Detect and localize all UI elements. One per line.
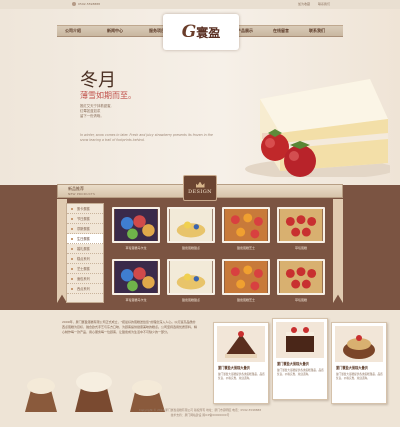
- tart-image: [222, 207, 270, 243]
- top-bar: 0592-5598888 加为收藏 联系我们: [0, 0, 400, 9]
- news-card[interactable]: 厦门寰盈大蛋糕大量供 厦门寰盈大蛋糕提供各类蛋糕甜品，品质优良，价格实惠，欢迎选…: [213, 322, 269, 404]
- category-sidebar: 蛋卡蛋糕 节日蛋糕 慕斯蛋糕 生日蛋糕 婚礼蛋糕 糕点系列 芝士蛋糕 面包系列 …: [66, 203, 104, 303]
- news-card[interactable]: 厦门寰盈大蛋糕大量供 厦门寰盈大蛋糕提供各类蛋糕甜品，品质优良，价格实惠，欢迎选…: [272, 318, 328, 400]
- crown-icon: [195, 181, 205, 188]
- product-card[interactable]: 草莓蛋糕马卡龙: [112, 259, 160, 305]
- nav-item-news[interactable]: 新闻中心: [107, 28, 123, 34]
- product-card[interactable]: 甜蜜蛋糕芝士: [222, 207, 270, 253]
- about-text: 2009年，厦门寰盈蛋糕有限公司正式成立，"把最好的蛋糕送给您"的理念深入人心。…: [62, 320, 198, 334]
- strawberry-tart-image: [277, 207, 325, 243]
- news-card-text: 厦门寰盈大蛋糕提供各类蛋糕甜品，品质优良，价格实惠，欢迎选购。: [336, 373, 383, 380]
- hero-subtitle: 薄雪如期而至。: [80, 91, 136, 100]
- dessert-image: [167, 259, 215, 295]
- product-caption: 草莓蛋糕马卡龙: [125, 298, 147, 302]
- product-card[interactable]: 甜蜜蛋糕芝士: [222, 259, 270, 305]
- sidebar-item[interactable]: 慕斯蛋糕: [67, 224, 103, 234]
- sidebar-item[interactable]: 婚礼蛋糕: [67, 244, 103, 254]
- product-card[interactable]: 甜蜜蛋糕甜点: [167, 207, 215, 253]
- product-card[interactable]: 草莓蛋糕马卡龙: [112, 207, 160, 253]
- macaron-image: [112, 207, 160, 243]
- hero-line: 留下一份清晰。: [80, 114, 104, 118]
- sidebar-item[interactable]: 面包系列: [67, 274, 103, 284]
- cake-slice-image: [217, 326, 265, 362]
- product-caption: 甜蜜蛋糕芝士: [236, 298, 255, 302]
- nav-item-products[interactable]: 产品展示: [237, 28, 253, 34]
- news-card-title: 厦门寰盈大蛋糕大量供: [277, 362, 309, 366]
- sidebar-item[interactable]: 西点系列: [67, 284, 103, 294]
- product-card[interactable]: 甜蜜蛋糕甜点: [167, 259, 215, 305]
- tart-image: [222, 259, 270, 295]
- news-card-text: 厦门寰盈大蛋糕提供各类蛋糕甜品，品质优良，价格实惠，欢迎选购。: [218, 373, 265, 380]
- phone-number: 0592-5598888: [78, 2, 101, 6]
- footer-line: 技术支持：厦门网站建设 闽ICP备00000000号: [170, 413, 230, 417]
- contact-link[interactable]: 联系我们: [318, 2, 330, 6]
- logo-text: 寰盈: [196, 25, 221, 40]
- strawberry-cake-image: [245, 79, 390, 177]
- macaron-image: [112, 259, 160, 295]
- design-badge-text: DESIGN: [188, 188, 212, 195]
- news-card-title: 厦门寰盈大蛋糕大量供: [218, 366, 250, 370]
- news-card-text: 厦门寰盈大蛋糕提供各类蛋糕甜品，品质优良，价格实惠，欢迎选购。: [277, 369, 324, 376]
- product-caption: 草莓蛋糕马卡龙: [125, 246, 147, 250]
- news-card[interactable]: 厦门寰盈大蛋糕大量供 厦门寰盈大蛋糕提供各类蛋糕甜品，品质优良，价格实惠，欢迎选…: [331, 322, 387, 404]
- product-caption: 草莓蛋糕: [294, 246, 307, 250]
- cake-slice-image: [276, 322, 324, 358]
- product-grid: 草莓蛋糕马卡龙 甜蜜蛋糕甜点 甜蜜蛋糕芝士 草莓蛋糕 草莓蛋糕马卡龙 甜蜜蛋糕甜…: [110, 207, 332, 303]
- nav-item-contact[interactable]: 联系我们: [309, 28, 325, 34]
- cake-slice-image: [335, 326, 383, 362]
- sidebar-item[interactable]: 蛋卡蛋糕: [67, 204, 103, 214]
- product-card[interactable]: 草莓蛋糕: [277, 259, 325, 305]
- footer: Copyright © 2014 厦门寰盈蛋糕有限公司 版权所有 地址：厦门市思…: [0, 405, 400, 427]
- dessert-image: [167, 207, 215, 243]
- bookmark-link[interactable]: 加为收藏: [298, 2, 310, 6]
- strawberry-tart-image: [277, 259, 325, 295]
- sidebar-item-active[interactable]: 生日蛋糕: [67, 234, 103, 244]
- logo[interactable]: G 寰盈: [163, 14, 239, 50]
- product-card[interactable]: 草莓蛋糕: [277, 207, 325, 253]
- product-caption: 草莓蛋糕: [294, 298, 307, 302]
- nav-item-message[interactable]: 在线留言: [273, 28, 289, 34]
- sidebar-item[interactable]: 芝士蛋糕: [67, 264, 103, 274]
- logo-letter: G: [181, 22, 197, 42]
- product-caption: 甜蜜蛋糕甜点: [181, 298, 200, 302]
- new-products-subtitle: NEW PRODUCTS: [68, 192, 96, 196]
- sidebar-item[interactable]: 糕点系列: [67, 254, 103, 264]
- phone-info: 0592-5598888: [72, 2, 100, 6]
- product-caption: 甜蜜蛋糕芝士: [236, 246, 255, 250]
- hero-title: 冬月: [80, 70, 116, 91]
- hero-english-text: In winter, snow comes in later. Fresh an…: [80, 133, 213, 142]
- product-caption: 甜蜜蛋糕甜点: [181, 246, 200, 250]
- top-links: 加为收藏 联系我们: [298, 2, 330, 6]
- news-card-title: 厦门寰盈大蛋糕大量供: [336, 366, 368, 370]
- hero-text: 推红艾天宁抹着甜蜜, 红莓如蓝如浆 留下一份清晰。: [80, 104, 112, 119]
- phone-icon: [72, 2, 76, 6]
- right-ribbon: [333, 199, 343, 303]
- sidebar-item[interactable]: 节日蛋糕: [67, 214, 103, 224]
- nav-item-about[interactable]: 公司介绍: [65, 28, 81, 34]
- design-badge: DESIGN: [183, 175, 217, 201]
